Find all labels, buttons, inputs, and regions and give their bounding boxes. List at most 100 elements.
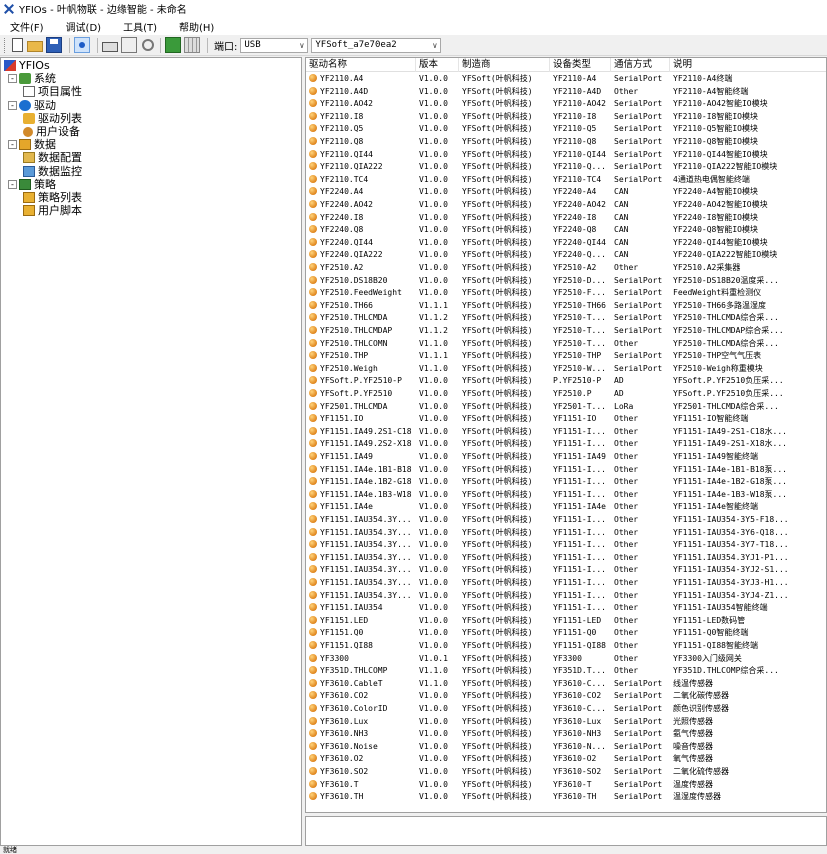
table-row[interactable]: YF2510.THLCOMN V1.1.0 YFSoft(叶帆科技) YF2510-T… bbox=[306, 338, 826, 351]
col-driver-name-header[interactable]: 驱动名称 bbox=[306, 58, 416, 72]
table-row[interactable]: YF1151.LED V1.0.0 YFSoft(叶帆科技) YF1151-LED Ot… bbox=[306, 615, 826, 628]
project-tree[interactable]: YFIOs - 系统 项目属性 - 驱动 驱动列表 用户设备 - 数据 数据配置 数据监控 - 策略 策略列… bbox=[0, 57, 302, 846]
col-description-header[interactable]: 说明 bbox=[670, 58, 826, 72]
menu-tools[interactable]: 工具(T) bbox=[123, 19, 157, 34]
print-preview-icon[interactable] bbox=[121, 37, 137, 53]
tree-item[interactable]: 项目属性 bbox=[23, 85, 82, 98]
table-row[interactable]: YF3610.T V1.0.0 YFSoft(叶帆科技) YF3610-T Serial… bbox=[306, 779, 826, 792]
table-row[interactable]: YF3610.ColorID V1.0.0 YFSoft(叶帆科技) YF3610-C… bbox=[306, 703, 826, 716]
table-row[interactable]: YF2510.FeedWeight V1.0.0 YFSoft(叶帆科技) YF251… bbox=[306, 287, 826, 300]
table-row[interactable]: YF1151.IAU354.3Y... V1.0.0 YFSoft(叶帆科技) YF1… bbox=[306, 564, 826, 577]
tree-item[interactable]: - 数据 bbox=[8, 138, 56, 151]
menu-help[interactable]: 帮助(H) bbox=[179, 19, 214, 34]
table-row[interactable]: YF1151.IA49.2S2-X18 V1.0.0 YFSoft(叶帆科技) YF1… bbox=[306, 438, 826, 451]
table-row[interactable]: YF2510.A2 V1.0.0 YFSoft(叶帆科技) YF2510-A2 Othe… bbox=[306, 262, 826, 275]
table-row[interactable]: YF2110.TC4 V1.0.0 YFSoft(叶帆科技) YF2110-TC4 Se… bbox=[306, 174, 826, 187]
table-row[interactable]: YF2240.AO42 V1.0.0 YFSoft(叶帆科技) YF2240-AO42… bbox=[306, 199, 826, 212]
col-version-header[interactable]: 版本 bbox=[416, 58, 459, 72]
table-row[interactable]: YF2510.THLCMDAP V1.1.2 YFSoft(叶帆科技) YF2510-… bbox=[306, 325, 826, 338]
table-row[interactable]: YF1151.IAU354.3Y... V1.0.0 YFSoft(叶帆科技) YF1… bbox=[306, 527, 826, 540]
online-mode-icon[interactable] bbox=[74, 37, 90, 53]
table-row[interactable]: YF1151.IAU354.3Y... V1.0.0 YFSoft(叶帆科技) YF1… bbox=[306, 552, 826, 565]
tree-item[interactable]: - 系统 bbox=[8, 72, 56, 85]
tree-item[interactable]: - 策略 bbox=[8, 178, 56, 191]
table-row[interactable]: YF2510.Weigh V1.1.0 YFSoft(叶帆科技) YF2510-W..… bbox=[306, 363, 826, 376]
table-row[interactable]: YF1151.IAU354 V1.0.0 YFSoft(叶帆科技) YF1151-I.… bbox=[306, 602, 826, 615]
new-file-icon[interactable] bbox=[12, 38, 23, 52]
menu-file[interactable]: 文件(F) bbox=[10, 19, 44, 34]
tree-item[interactable]: 驱动列表 bbox=[23, 112, 82, 125]
table-row[interactable]: YF1151.IA4e.1B1-B18 V1.0.0 YFSoft(叶帆科技) YF1… bbox=[306, 464, 826, 477]
table-row[interactable]: YF3610.O2 V1.0.0 YFSoft(叶帆科技) YF3610-O2 Seri… bbox=[306, 753, 826, 766]
table-row[interactable]: YF2110.A4 V1.0.0 YFSoft(叶帆科技) YF2110-A4 Seri… bbox=[306, 73, 826, 86]
table-row[interactable]: YF2240.QI44 V1.0.0 YFSoft(叶帆科技) YF2240-QI44… bbox=[306, 237, 826, 250]
table-row[interactable]: YF2240.A4 V1.0.0 YFSoft(叶帆科技) YF2240-A4 CAN Y… bbox=[306, 186, 826, 199]
table-row[interactable]: YF3610.CO2 V1.0.0 YFSoft(叶帆科技) YF3610-CO2 Se… bbox=[306, 690, 826, 703]
table-row[interactable]: YF2110.Q5 V1.0.0 YFSoft(叶帆科技) YF2110-Q5 Seri… bbox=[306, 123, 826, 136]
table-row[interactable]: YF2110.Q8 V1.0.0 YFSoft(叶帆科技) YF2110-Q8 Seri… bbox=[306, 136, 826, 149]
table-row[interactable]: YF1151.IA49.2S1-C18 V1.0.0 YFSoft(叶帆科技) YF1… bbox=[306, 426, 826, 439]
open-folder-icon[interactable] bbox=[27, 41, 43, 52]
table-row[interactable]: YF2240.QIA222 V1.0.0 YFSoft(叶帆科技) YF2240-Q.… bbox=[306, 249, 826, 262]
collapse-icon[interactable]: - bbox=[8, 74, 17, 84]
table-row[interactable]: YF1151.IA4e V1.0.0 YFSoft(叶帆科技) YF1151-IA4e… bbox=[306, 501, 826, 514]
table-row[interactable]: YF2110.AO42 V1.0.0 YFSoft(叶帆科技) YF2110-AO42… bbox=[306, 98, 826, 111]
refresh-icon[interactable] bbox=[142, 39, 154, 51]
table-row[interactable]: YF1151.IAU354.3Y... V1.0.0 YFSoft(叶帆科技) YF1… bbox=[306, 514, 826, 527]
tree-item[interactable]: 数据配置 bbox=[23, 151, 82, 164]
calculator-icon[interactable] bbox=[184, 37, 200, 53]
output-panel[interactable] bbox=[305, 816, 827, 846]
collapse-icon[interactable]: - bbox=[8, 100, 17, 110]
col-device-type-header[interactable]: 设备类型 bbox=[550, 58, 611, 72]
print-icon[interactable] bbox=[102, 42, 118, 52]
table-row[interactable]: YF1151.IAU354.3Y... V1.0.0 YFSoft(叶帆科技) YF1… bbox=[306, 577, 826, 590]
device-select[interactable]: YFSoft_a7e70ea2 ∨ bbox=[311, 37, 442, 53]
tree-item[interactable]: YFIOs bbox=[4, 59, 50, 72]
driver-icon bbox=[309, 149, 317, 158]
tree-item[interactable]: 策略列表 bbox=[23, 191, 82, 204]
table-row[interactable]: YF2110.QI44 V1.0.0 YFSoft(叶帆科技) YF2110-QI44… bbox=[306, 149, 826, 162]
save-icon[interactable] bbox=[46, 37, 62, 53]
toolbar-grip[interactable] bbox=[4, 37, 7, 53]
table-row[interactable]: YF2110.I8 V1.0.0 YFSoft(叶帆科技) YF2110-I8 Seri… bbox=[306, 111, 826, 124]
table-row[interactable]: YF1151.IA49 V1.0.0 YFSoft(叶帆科技) YF1151-IA49… bbox=[306, 451, 826, 464]
table-row[interactable]: YF2240.I8 V1.0.0 YFSoft(叶帆科技) YF2240-I8 CAN Y… bbox=[306, 212, 826, 225]
table-row[interactable]: YF1151.IA4e.1B3-W18 V1.0.0 YFSoft(叶帆科技) YF1… bbox=[306, 489, 826, 502]
col-comm-method-cell: Other bbox=[611, 640, 670, 653]
table-row[interactable]: YF3610.Noise V1.0.0 YFSoft(叶帆科技) YF3610-N..… bbox=[306, 741, 826, 754]
table-row[interactable]: YF3610.SO2 V1.0.0 YFSoft(叶帆科技) YF3610-SO2 Se… bbox=[306, 766, 826, 779]
table-row[interactable]: YF2110.QIA222 V1.0.0 YFSoft(叶帆科技) YF2110-Q.… bbox=[306, 161, 826, 174]
table-row[interactable]: YF2510.THP V1.1.1 YFSoft(叶帆科技) YF2510-THP Se… bbox=[306, 350, 826, 363]
tree-item[interactable]: 用户设备 bbox=[23, 125, 80, 138]
table-row[interactable]: YF1151.IAU354.3Y... V1.0.0 YFSoft(叶帆科技) YF1… bbox=[306, 590, 826, 603]
table-row[interactable]: YF2110.A4D V1.0.0 YFSoft(叶帆科技) YF2110-A4D Ot… bbox=[306, 86, 826, 99]
table-row[interactable]: YF351D.THLCOMP V1.1.0 YFSoft(叶帆科技) YF351D.T… bbox=[306, 665, 826, 678]
table-row[interactable]: YF2240.Q8 V1.0.0 YFSoft(叶帆科技) YF2240-Q8 CAN Y… bbox=[306, 224, 826, 237]
table-row[interactable]: YF1151.Q0 V1.0.0 YFSoft(叶帆科技) YF1151-Q0 Othe… bbox=[306, 627, 826, 640]
tree-item[interactable]: 用户脚本 bbox=[23, 204, 82, 217]
table-row[interactable]: YF1151.IO V1.0.0 YFSoft(叶帆科技) YF1151-IO Othe… bbox=[306, 413, 826, 426]
col-comm-method-header[interactable]: 通信方式 bbox=[611, 58, 670, 72]
port-select[interactable]: USB ∨ bbox=[240, 37, 309, 53]
collapse-icon[interactable]: - bbox=[8, 140, 17, 150]
table-row[interactable]: YF2501.THLCMDA V1.0.0 YFSoft(叶帆科技) YF2501-T… bbox=[306, 401, 826, 414]
table-row[interactable]: YF3610.TH V1.0.0 YFSoft(叶帆科技) YF3610-TH Seri… bbox=[306, 791, 826, 804]
table-row[interactable]: YF3610.NH3 V1.0.0 YFSoft(叶帆科技) YF3610-NH3 Se… bbox=[306, 728, 826, 741]
table-row[interactable]: YF1151.IAU354.3Y... V1.0.0 YFSoft(叶帆科技) YF1… bbox=[306, 539, 826, 552]
table-row[interactable]: YF2510.THLCMDA V1.1.2 YFSoft(叶帆科技) YF2510-T… bbox=[306, 312, 826, 325]
table-row[interactable]: YF1151.IA4e.1B2-G18 V1.0.0 YFSoft(叶帆科技) YF1… bbox=[306, 476, 826, 489]
table-row[interactable]: YF3300 V1.0.1 YFSoft(叶帆科技) YF3300 Other YF330… bbox=[306, 653, 826, 666]
col-manufacturer-header[interactable]: 制造商 bbox=[459, 58, 550, 72]
table-row[interactable]: YF1151.QI88 V1.0.0 YFSoft(叶帆科技) YF1151-QI88… bbox=[306, 640, 826, 653]
table-row[interactable]: YF2510.DS18B20 V1.0.0 YFSoft(叶帆科技) YF2510-D… bbox=[306, 275, 826, 288]
table-row[interactable]: YF3610.Lux V1.0.0 YFSoft(叶帆科技) YF3610-Lux Se… bbox=[306, 716, 826, 729]
tree-item[interactable]: - 驱动 bbox=[8, 99, 56, 112]
table-row[interactable]: YFSoft.P.YF2510-P V1.0.0 YFSoft(叶帆科技) P.YF2… bbox=[306, 375, 826, 388]
table-row[interactable]: YF2510.TH66 V1.1.1 YFSoft(叶帆科技) YF2510-TH66… bbox=[306, 300, 826, 313]
tree-item[interactable]: 数据监控 bbox=[23, 165, 82, 178]
table-row[interactable]: YFSoft.P.YF2510 V1.0.0 YFSoft(叶帆科技) YF2510.… bbox=[306, 388, 826, 401]
table-row[interactable]: YF3610.CableT V1.1.0 YFSoft(叶帆科技) YF3610-C.… bbox=[306, 678, 826, 691]
chart-icon[interactable] bbox=[165, 37, 181, 53]
menu-debug[interactable]: 调试(D) bbox=[66, 19, 102, 34]
collapse-icon[interactable]: - bbox=[8, 179, 17, 189]
